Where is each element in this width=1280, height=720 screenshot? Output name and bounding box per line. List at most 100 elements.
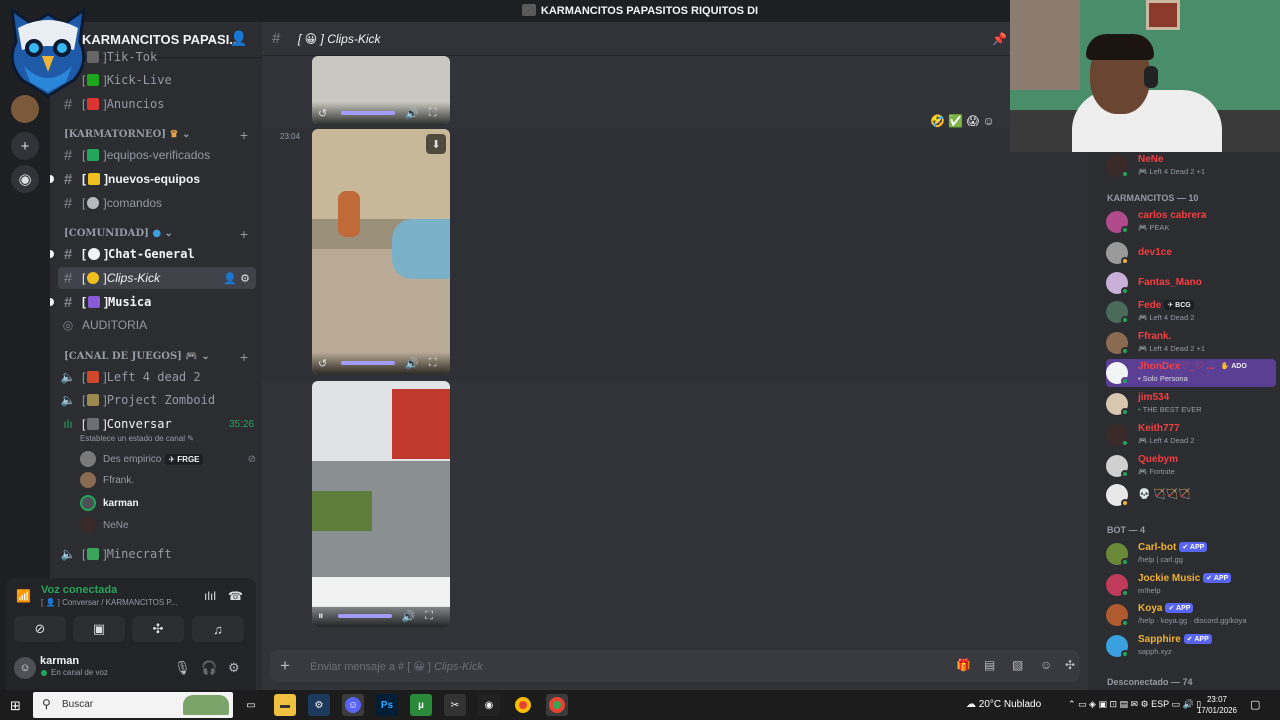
member-item[interactable]: dev1ce (1106, 239, 1274, 267)
explore-servers-icon[interactable]: ◉ (11, 165, 39, 193)
headphones-icon[interactable]: 🎧 (201, 660, 217, 676)
member-item[interactable]: carlos cabrera 🎮 PEAK (1106, 208, 1274, 236)
add-server-icon[interactable]: + (11, 132, 39, 160)
discord-icon[interactable]: ☺ (342, 694, 364, 716)
file-explorer-icon[interactable]: ▬ (274, 694, 296, 716)
system-tray[interactable]: ⌃ ▭ ◈ ▣ ⊡ ▤ ✉ ⚙ ESP ▭ 🔊 ▯ (1068, 699, 1201, 710)
activities-button[interactable]: ✣ (132, 616, 184, 642)
capcut-icon[interactable]: ✂ (444, 694, 466, 716)
fullscreen-icon[interactable]: ⛶ (429, 357, 437, 370)
guild-avatar-icon[interactable] (11, 95, 39, 123)
channel-settings-icons[interactable]: 👤 ⚙ (223, 272, 256, 285)
member-item[interactable]: Fantas_Mano (1106, 269, 1274, 297)
channel-nuevos-equipos[interactable]: #[] nuevos-equipos (58, 168, 256, 190)
channel-clips-kick[interactable]: #[] Clips-Kick 👤 ⚙ (58, 267, 256, 289)
channel-auditoria[interactable]: ◎ AUDITORIA (58, 314, 256, 336)
member-item[interactable]: Quebym 🎮 Fortnite (1106, 452, 1274, 480)
voice-location[interactable]: [ 👤 ] Conversar / KARMANCITOS P... (41, 598, 177, 607)
voice-channel-zomboid[interactable]: 🔈[] Project Zomboid (58, 389, 256, 411)
voice-channel-conversar[interactable]: ılı[] Conversar 35:26 (58, 413, 256, 435)
category-juegos[interactable]: [CANAL DE JUEGOS] 🎮 ⌄ + (64, 349, 254, 367)
voice-member[interactable]: Ffrank. (80, 470, 260, 490)
member-item[interactable]: Keith777 🎮 Left 4 Dead 2 (1106, 421, 1274, 449)
member-item[interactable]: NeNe 🎮 Left 4 Dead 2 +1 (1106, 152, 1274, 180)
laugh-emoji-icon[interactable]: 🤣 (930, 114, 945, 128)
apps-icon[interactable]: ✣ (1065, 658, 1075, 672)
download-icon[interactable]: ⬇ (426, 134, 446, 154)
voice-member[interactable]: NeNe (80, 515, 260, 535)
voice-member[interactable]: karman (80, 493, 260, 513)
member-item[interactable]: Ffrank. 🎮 Left 4 Dead 2 +1 (1106, 329, 1274, 357)
fullscreen-icon[interactable]: ⛶ (425, 610, 433, 623)
sticker-icon[interactable]: ▧ (1012, 658, 1023, 672)
add-attachment-icon[interactable]: + (280, 656, 290, 676)
steam-icon[interactable]: ⚙ (308, 694, 330, 716)
username[interactable]: karman (40, 655, 79, 667)
weather-widget[interactable]: ☁ 20°C Nublado (966, 699, 1041, 710)
voice-channel-minecraft[interactable]: 🔈[] Minecraft (58, 543, 256, 565)
soundboard-button[interactable]: ♫ (192, 616, 244, 642)
video-attachment[interactable]: ⏸ 🔊 ⛶ (312, 381, 450, 627)
photoshop-icon[interactable]: Ps (376, 694, 398, 716)
emoji-icon[interactable]: ☺ (1040, 658, 1052, 672)
member-item[interactable]: 💀 🏹🏹🏹 (1106, 481, 1274, 509)
bot-item[interactable]: Carl-bot ✔ APP/help | carl.gg (1106, 540, 1274, 568)
volume-icon[interactable]: 🔊 (405, 357, 419, 370)
avatar[interactable]: ☺ (14, 657, 36, 679)
bot-item[interactable]: Jockie Music ✔ APP m!help (1106, 571, 1274, 599)
voice-status[interactable]: Voz conectada (41, 584, 117, 596)
video-attachment[interactable]: ⬇ ↺ 🔊 ⛶ (312, 129, 450, 374)
channel-status-prompt[interactable]: Establece un estado de canal ✎ (80, 434, 194, 443)
member-item[interactable]: JhonDex♡_♡ ... ✋ ADO • Solo Persona (1106, 359, 1276, 387)
chrome-icon[interactable] (546, 694, 568, 716)
composer-placeholder[interactable]: Enviar mensaje a # [ 😀 ] Clips-Kick (310, 660, 483, 673)
member-item[interactable]: Fede ✈ BCG 🎮 Left 4 Dead 2 (1106, 298, 1274, 326)
taskbar-search[interactable]: ⚲ Buscar (33, 692, 233, 718)
settings-gear-icon[interactable]: ⚙ (228, 660, 240, 676)
gift-icon[interactable]: 🎁 (956, 658, 971, 672)
microphone-icon[interactable]: 🎙 (174, 660, 191, 676)
voice-channel-left4dead[interactable]: 🔈[] Left 4 dead 2 (58, 366, 256, 388)
task-view-icon[interactable]: ▭ (240, 694, 262, 716)
gif-icon[interactable]: ▤ (984, 658, 995, 672)
category-comunidad[interactable]: [COMUNIDAD] ● ⌄ + (64, 226, 254, 244)
progress-bar[interactable] (337, 614, 392, 618)
video-attachment[interactable]: ↺ 🔊 ⛶ (312, 56, 450, 124)
bot-item[interactable]: Koya ✔ APP/help · koya.gg · discord.gg/ko… (1106, 601, 1274, 629)
noise-suppression-icon[interactable]: ılıl (204, 589, 216, 603)
disconnect-icon[interactable]: ☎ (228, 589, 243, 603)
chrome-icon[interactable] (512, 694, 534, 716)
add-channel-icon[interactable]: + (240, 226, 248, 242)
channel-musica[interactable]: #[] Musica (58, 291, 256, 313)
message-composer[interactable]: + Enviar mensaje a # [ 😀 ] Clips-Kick 🎁 … (270, 650, 1080, 682)
reaction-toolbar[interactable]: 🤣 ✅ 😱 ☺ (930, 114, 995, 128)
add-channel-icon[interactable]: + (240, 349, 248, 365)
add-channel-icon[interactable]: + (240, 127, 248, 143)
camera-off-button[interactable]: ⊘ (14, 616, 66, 642)
clock[interactable]: 23:07 17/01/2026 (1196, 694, 1238, 716)
screen-share-button[interactable]: ▣ (73, 616, 125, 642)
replay-icon[interactable]: ↺ (318, 107, 327, 120)
channel-equipos-verificados[interactable]: #[] equipos-verificados (58, 144, 256, 166)
check-emoji-icon[interactable]: ✅ (948, 114, 963, 128)
progress-bar[interactable] (341, 361, 396, 365)
notification-icon[interactable]: ▢ (1250, 698, 1260, 711)
volume-icon[interactable]: 🔊 (402, 610, 416, 623)
bot-item[interactable]: Sapphire ✔ APP sapph.xyz (1106, 632, 1274, 660)
utorrent-icon[interactable]: µ (410, 694, 432, 716)
shock-emoji-icon[interactable]: 😱 (967, 114, 980, 128)
add-reaction-icon[interactable]: ☺ (982, 114, 994, 128)
volume-icon[interactable]: 🔊 (405, 107, 419, 120)
channel-comandos[interactable]: #[] comandos (58, 192, 256, 214)
category-torneo[interactable]: [KARMATORNEO] ♛ ⌄ + (64, 127, 254, 145)
obs-icon[interactable]: ◉ (478, 694, 500, 716)
pause-icon[interactable]: ⏸ (318, 610, 324, 623)
pin-icon[interactable]: 📌 (992, 32, 1007, 46)
fullscreen-icon[interactable]: ⛶ (429, 107, 437, 120)
invite-icon[interactable]: 👤 (230, 30, 247, 47)
voice-member[interactable]: Des empirico ✈ FRGE ⊘ (80, 449, 260, 469)
progress-bar[interactable] (341, 111, 396, 115)
channel-chat-general[interactable]: #[] Chat-General (58, 243, 256, 265)
member-item[interactable]: jim534 • THE BEST EVER (1106, 390, 1274, 418)
replay-icon[interactable]: ↺ (318, 357, 327, 370)
